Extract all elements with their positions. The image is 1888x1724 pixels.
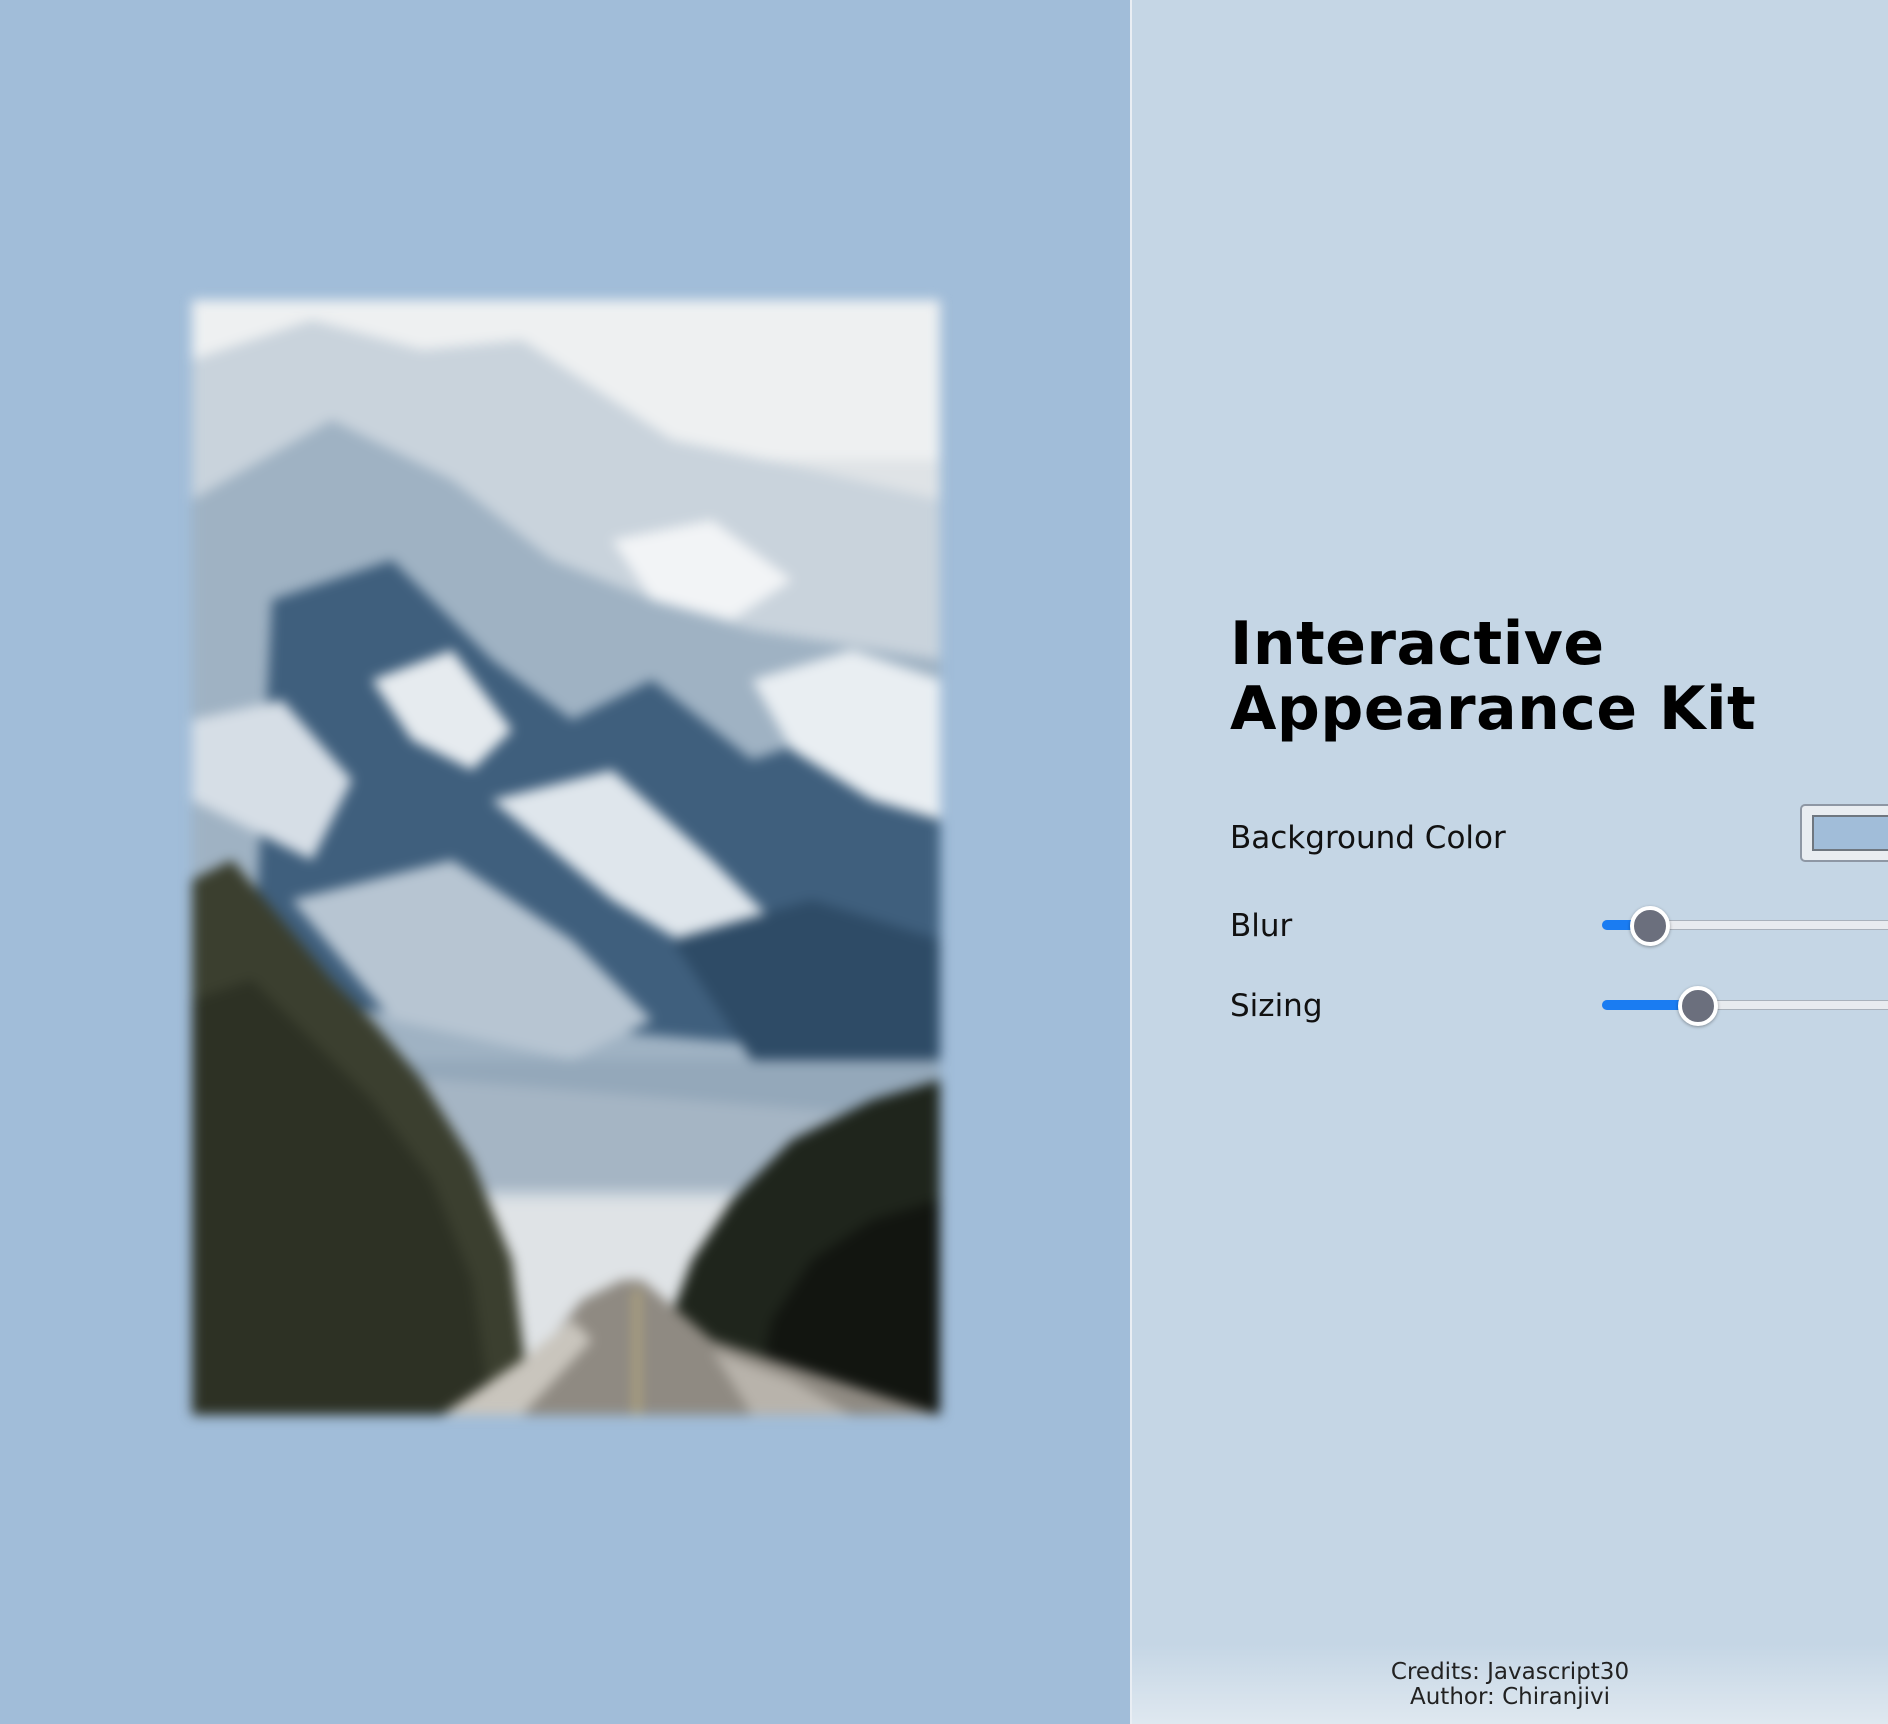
sizing-slider[interactable] — [1602, 986, 1888, 1026]
blur-row: Blur — [1230, 896, 1888, 956]
background-color-label: Background Color — [1230, 820, 1506, 856]
page-title: Interactive Appearance Kit — [1230, 612, 1830, 742]
blur-label: Blur — [1230, 908, 1293, 944]
sizing-slider-thumb[interactable] — [1678, 986, 1718, 1026]
app-root: Interactive Appearance Kit Background Co… — [0, 0, 1888, 1724]
background-color-picker[interactable] — [1800, 804, 1888, 862]
footer: Credits: Javascript30 Author: Chiranjivi — [1132, 1644, 1888, 1724]
page-title-line1: Interactive — [1230, 609, 1605, 679]
sizing-label: Sizing — [1230, 988, 1323, 1024]
controls-pane: Interactive Appearance Kit Background Co… — [1132, 0, 1888, 1724]
background-color-swatch — [1812, 815, 1888, 851]
blur-slider[interactable] — [1602, 906, 1888, 946]
preview-pane — [0, 0, 1132, 1724]
credits-text: Credits: Javascript30 — [1390, 1659, 1630, 1685]
background-color-row: Background Color — [1230, 804, 1888, 868]
blur-slider-thumb[interactable] — [1630, 906, 1670, 946]
mountain-road-photo — [192, 300, 940, 1415]
page-title-line2: Appearance Kit — [1230, 674, 1757, 744]
author-text: Author: Chiranjivi — [1409, 1684, 1611, 1710]
controls-panel: Interactive Appearance Kit Background Co… — [1230, 612, 1888, 1026]
sizing-row: Sizing — [1230, 976, 1888, 1036]
